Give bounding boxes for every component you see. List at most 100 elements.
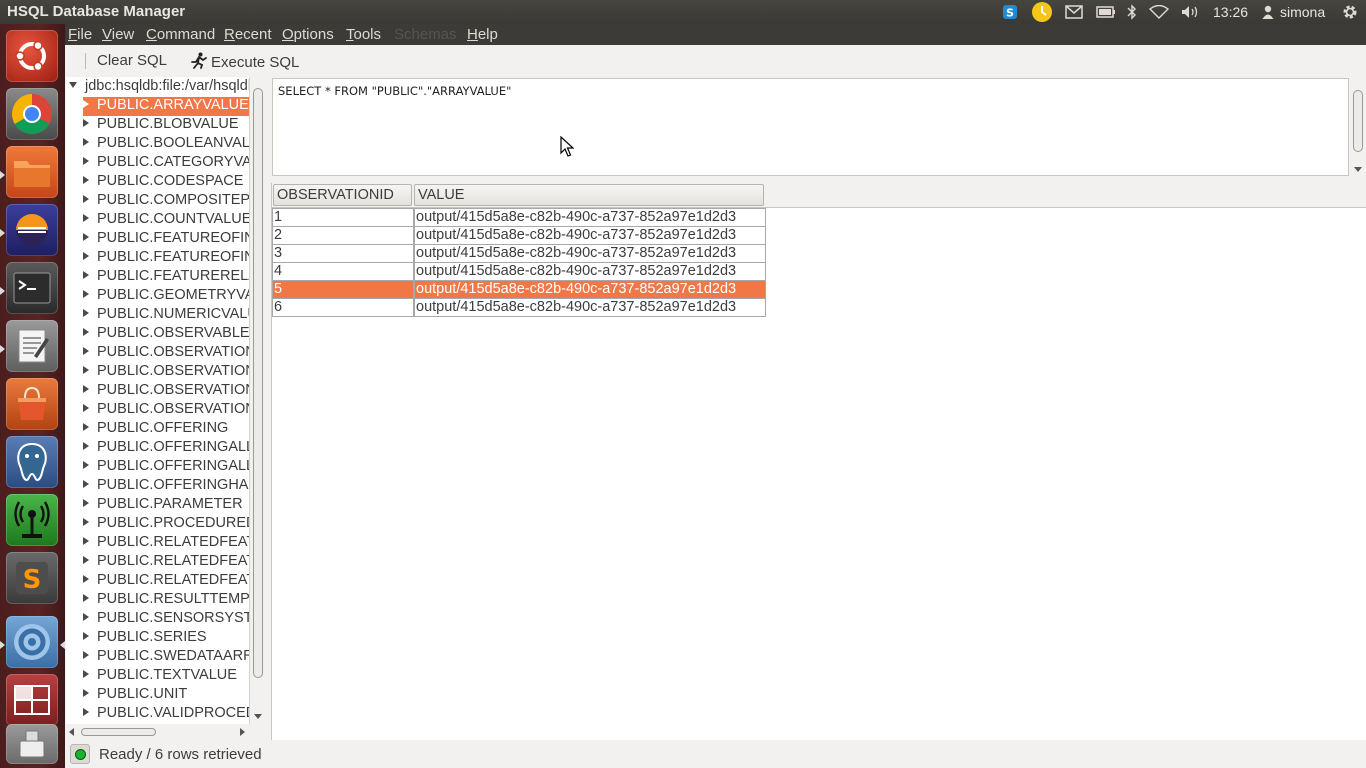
tree-item[interactable]: PUBLIC.RELATEDFEATURE — [83, 534, 249, 553]
expand-icon[interactable] — [83, 100, 89, 108]
sublime-text-icon[interactable]: S — [6, 552, 58, 604]
expand-icon[interactable] — [83, 518, 89, 526]
tree-item[interactable]: PUBLIC.OBSERVATION — [83, 344, 249, 363]
tree-item[interactable]: PUBLIC.OBSERVABLEPROPERTY — [83, 325, 249, 344]
software-center-icon[interactable] — [6, 378, 58, 430]
tree-item[interactable]: PUBLIC.PARAMETER — [83, 496, 249, 515]
menu-options[interactable]: Options — [282, 26, 334, 43]
cell-observationid[interactable]: 3 — [272, 245, 414, 263]
expand-icon[interactable] — [83, 499, 89, 507]
expand-icon[interactable] — [83, 423, 89, 431]
cell-value[interactable]: output/415d5a8e-c82b-490c-a737-852a97e1d… — [414, 208, 766, 227]
cell-value[interactable]: output/415d5a8e-c82b-490c-a737-852a97e1d… — [414, 281, 766, 299]
expand-icon[interactable] — [83, 708, 89, 716]
cell-observationid[interactable]: 6 — [272, 299, 414, 317]
tree-item[interactable]: PUBLIC.RELATEDFEATUREHASROLE — [83, 553, 249, 572]
expand-icon[interactable] — [83, 290, 89, 298]
tree-root[interactable]: jdbc:hsqldb:file:/var/hsqldb — [69, 78, 249, 97]
expand-icon[interactable] — [83, 233, 89, 241]
expand-icon[interactable] — [83, 366, 89, 374]
tree-item[interactable]: PUBLIC.BLOBVALUE — [83, 116, 249, 135]
tree-item[interactable]: PUBLIC.TEXTVALUE — [83, 667, 249, 686]
cell-observationid[interactable]: 2 — [272, 227, 414, 245]
expand-icon[interactable] — [83, 271, 89, 279]
tree-item[interactable]: PUBLIC.UNIT — [83, 686, 249, 705]
column-header-observationid[interactable]: OBSERVATIONID — [273, 184, 412, 206]
ubuntu-dash-icon[interactable] — [6, 30, 58, 82]
menu-recent[interactable]: Recent — [224, 26, 272, 43]
bluetooth-icon[interactable] — [1125, 0, 1139, 24]
screen-icon[interactable] — [6, 616, 58, 668]
tree-item[interactable]: PUBLIC.CATEGORYVALUE — [83, 154, 249, 173]
usb-drive-icon[interactable] — [6, 724, 58, 764]
scrollbar-thumb[interactable] — [253, 88, 263, 678]
column-header-value[interactable]: VALUE — [414, 184, 764, 206]
tree-item[interactable]: PUBLIC.FEATUREOFINTEREST — [83, 230, 249, 249]
expand-icon[interactable] — [83, 575, 89, 583]
tree-vertical-scrollbar[interactable] — [250, 77, 266, 724]
expand-icon[interactable] — [83, 138, 89, 146]
tree-item[interactable]: PUBLIC.VALIDPROCEDURETIME — [83, 705, 249, 724]
tree-item[interactable]: PUBLIC.OBSERVATIONCONSTELLATION — [83, 363, 249, 382]
user-icon[interactable] — [1260, 0, 1276, 24]
workspace-switcher-icon[interactable] — [6, 674, 58, 726]
mail-icon[interactable] — [1064, 0, 1084, 24]
cell-observationid[interactable]: 1 — [272, 208, 414, 227]
terminal-icon[interactable] — [6, 262, 58, 314]
expand-icon[interactable] — [83, 385, 89, 393]
cell-observationid[interactable]: 4 — [272, 263, 414, 281]
tree-item[interactable]: PUBLIC.OFFERINGALLOWEDOBSERVATIONTYPE — [83, 458, 249, 477]
tree-item[interactable]: PUBLIC.PROCEDUREDESCRIPTIONFORMAT — [83, 515, 249, 534]
sql-editor[interactable]: SELECT * FROM "PUBLIC"."ARRAYVALUE" — [272, 78, 1349, 176]
expand-icon[interactable] — [83, 613, 89, 621]
expand-icon[interactable] — [83, 214, 89, 222]
tree-item[interactable]: PUBLIC.COUNTVALUE — [83, 211, 249, 230]
expand-icon[interactable] — [83, 195, 89, 203]
tree-item[interactable]: PUBLIC.GEOMETRYVALUE — [83, 287, 249, 306]
tree-item[interactable]: PUBLIC.BOOLEANVALUE — [83, 135, 249, 154]
tree-item[interactable]: PUBLIC.ARRAYVALUE — [83, 97, 249, 116]
tree-item[interactable]: PUBLIC.SWEDATAARRAYVALUE — [83, 648, 249, 667]
cell-observationid[interactable]: 5 — [272, 281, 414, 299]
user-name[interactable]: simona — [1280, 4, 1325, 20]
expand-icon[interactable] — [83, 176, 89, 184]
menu-command[interactable]: Command — [146, 26, 215, 43]
menu-file[interactable]: File — [68, 26, 92, 43]
chrome-icon[interactable] — [6, 88, 58, 140]
schema-tree[interactable]: jdbc:hsqldb:file:/var/hsqldb PUBLIC.ARRA… — [66, 77, 250, 724]
expand-icon[interactable] — [83, 252, 89, 260]
cell-value[interactable]: output/415d5a8e-c82b-490c-a737-852a97e1d… — [414, 227, 766, 245]
expand-icon[interactable] — [83, 442, 89, 450]
scrollbar-thumb[interactable] — [81, 728, 156, 736]
tree-item[interactable]: PUBLIC.RESULTTEMPLATE — [83, 591, 249, 610]
battery-icon[interactable] — [1095, 0, 1117, 24]
scroll-down-icon[interactable] — [1354, 167, 1362, 173]
skype-icon[interactable]: S — [1001, 0, 1019, 24]
tree-item[interactable]: PUBLIC.CODESPACE — [83, 173, 249, 192]
expand-icon[interactable] — [83, 309, 89, 317]
menu-help[interactable]: Help — [467, 26, 498, 43]
clear-sql-button[interactable]: Clear SQL — [97, 52, 167, 69]
scrollbar-thumb[interactable] — [1353, 90, 1363, 152]
scroll-down-icon[interactable] — [254, 714, 262, 720]
gear-icon[interactable] — [1340, 0, 1360, 24]
expand-icon[interactable] — [83, 347, 89, 355]
tree-item[interactable]: PUBLIC.FEATUREOFINTERESTTYPE — [83, 249, 249, 268]
tree-item[interactable]: PUBLIC.COMPOSITEPHENOMENON — [83, 192, 249, 211]
expand-icon[interactable] — [83, 480, 89, 488]
tree-item[interactable]: PUBLIC.SENSORSYSTEM — [83, 610, 249, 629]
volume-icon[interactable] — [1180, 0, 1202, 24]
tree-item[interactable]: PUBLIC.SERIES — [83, 629, 249, 648]
expand-icon[interactable] — [83, 328, 89, 336]
wifi-icon[interactable] — [1148, 0, 1170, 24]
tree-item[interactable]: PUBLIC.RELATEDFEATUREROLE — [83, 572, 249, 591]
text-editor-icon[interactable] — [6, 320, 58, 372]
cell-value[interactable]: output/415d5a8e-c82b-490c-a737-852a97e1d… — [414, 245, 766, 263]
scroll-right-icon[interactable] — [240, 728, 246, 736]
menu-view[interactable]: View — [102, 26, 134, 43]
expand-icon[interactable] — [83, 689, 89, 697]
expand-icon[interactable] — [83, 404, 89, 412]
expand-icon[interactable] — [69, 82, 77, 88]
expand-icon[interactable] — [83, 651, 89, 659]
eclipse-icon[interactable] — [6, 204, 58, 256]
